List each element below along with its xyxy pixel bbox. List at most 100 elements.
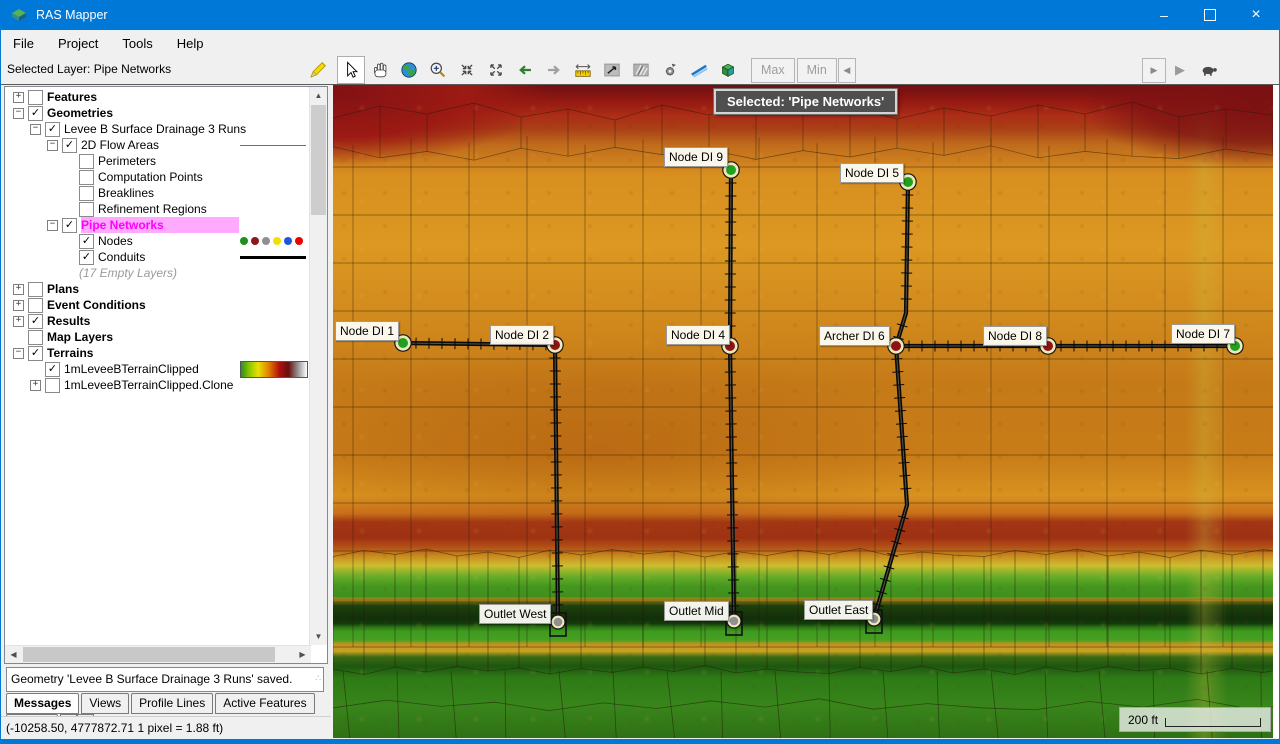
scroll-down-icon[interactable]: ▼	[310, 628, 327, 645]
legend-ramp	[240, 361, 308, 378]
checkbox[interactable]: ✓	[45, 122, 60, 137]
title-bar[interactable]: RAS Mapper – ×	[1, 0, 1279, 30]
expand-icon[interactable]: +	[13, 92, 24, 103]
tree-item-results[interactable]: +✓Results	[5, 313, 308, 329]
tree-vertical-scrollbar[interactable]: ▲ ▼	[309, 87, 327, 645]
tree-item-event-conditions[interactable]: +Event Conditions	[5, 297, 308, 313]
zoom-in-icon[interactable]	[424, 56, 452, 84]
tree-item-terrains[interactable]: −✓Terrains	[5, 345, 308, 361]
map-canvas[interactable]: Node DI 9Node DI 5Node DI 1Node DI 2Node…	[333, 85, 1275, 738]
tree-item-features[interactable]: +Features	[5, 89, 308, 105]
tab-profile-lines[interactable]: Profile Lines	[131, 693, 213, 714]
collapse-icon[interactable]: −	[13, 108, 24, 119]
menu-file[interactable]: File	[1, 32, 46, 55]
tab-views[interactable]: Views	[81, 693, 129, 714]
tree-hscroll-thumb[interactable]	[23, 647, 275, 662]
zoom-window-in-icon[interactable]	[453, 56, 481, 84]
collapse-icon[interactable]: −	[47, 220, 58, 231]
checkbox[interactable]	[28, 330, 43, 345]
expand-icon[interactable]: +	[13, 284, 24, 295]
tree-item-1mleveebterrainclipped[interactable]: ✓1mLeveeBTerrainClipped	[5, 361, 308, 377]
close-button[interactable]: ×	[1233, 0, 1279, 30]
checkbox[interactable]	[28, 282, 43, 297]
tree-item-refinement-regions[interactable]: Refinement Regions	[5, 201, 308, 217]
render-settings-icon[interactable]	[656, 56, 684, 84]
maximize-button[interactable]	[1187, 0, 1233, 30]
checkbox[interactable]	[28, 298, 43, 313]
select-tool-icon[interactable]	[337, 56, 365, 84]
checkbox[interactable]: ✓	[62, 218, 77, 233]
tree-item-pipe-networks[interactable]: −✓Pipe Networks	[5, 217, 308, 233]
checkbox[interactable]	[79, 170, 94, 185]
expand-icon[interactable]: +	[30, 380, 41, 391]
checkbox[interactable]: ✓	[45, 362, 60, 377]
expand-icon[interactable]: +	[13, 316, 24, 327]
checkbox[interactable]: ✓	[79, 250, 94, 265]
expand-icon[interactable]: +	[13, 300, 24, 311]
forward-arrow-icon[interactable]	[540, 56, 568, 84]
tree-item-perimeters[interactable]: Perimeters	[5, 153, 308, 169]
archer-di-6-marker[interactable]	[887, 337, 905, 355]
profile-plot-icon[interactable]	[598, 56, 626, 84]
zoom-extents-icon[interactable]	[395, 56, 423, 84]
checkbox[interactable]: ✓	[28, 346, 43, 361]
min-button[interactable]: Min	[797, 58, 837, 83]
checkbox[interactable]	[79, 154, 94, 169]
collapse-toolbar-button[interactable]: ◀	[838, 58, 856, 83]
collapse-icon[interactable]: −	[47, 140, 58, 151]
tree-item-nodes[interactable]: ✓Nodes	[5, 233, 308, 249]
collapse-icon[interactable]: −	[30, 124, 41, 135]
menu-help[interactable]: Help	[165, 32, 216, 55]
tree-item-plans[interactable]: +Plans	[5, 281, 308, 297]
checkbox[interactable]	[79, 202, 94, 217]
tree-item-conduits[interactable]: ✓ Conduits	[5, 249, 308, 265]
tree-item-2d-flow-areas[interactable]: −✓2D Flow Areas	[5, 137, 308, 153]
menu-tools[interactable]: Tools	[110, 32, 164, 55]
checkbox[interactable]	[28, 90, 43, 105]
tree-item-map-layers[interactable]: Map Layers	[5, 329, 308, 345]
cross-sections-icon[interactable]	[627, 56, 655, 84]
edit-pencil-icon[interactable]	[307, 60, 327, 80]
checkbox[interactable]: ✓	[28, 106, 43, 121]
back-arrow-icon[interactable]	[511, 56, 539, 84]
checkbox[interactable]: ✓	[62, 138, 77, 153]
water-surface-icon[interactable]	[685, 56, 713, 84]
tree-item-breaklines[interactable]: Breaklines	[5, 185, 308, 201]
minimize-button[interactable]: –	[1141, 0, 1187, 30]
menu-project[interactable]: Project	[46, 32, 110, 55]
tree-item-computation-points[interactable]: Computation Points	[5, 169, 308, 185]
tree-vscroll-thumb[interactable]	[311, 105, 326, 215]
layer-tree: +Features−✓Geometries−✓Levee B Surface D…	[4, 86, 328, 664]
tree-item-geometries[interactable]: −✓Geometries	[5, 105, 308, 121]
message-log[interactable]: Geometry 'Levee B Surface Drainage 3 Run…	[6, 667, 324, 692]
measure-ruler-icon[interactable]	[569, 56, 597, 84]
tree-item-levee-b-surface-drainage-3-runs[interactable]: −✓Levee B Surface Drainage 3 Runs	[5, 121, 308, 137]
tree-item-1mleveebterrainclipped-clone[interactable]: +1mLeveeBTerrainClipped.Clone	[5, 377, 308, 393]
zoom-window-out-icon[interactable]	[482, 56, 510, 84]
expand-toolbar-button[interactable]: ▶	[1142, 58, 1166, 83]
view-3d-icon[interactable]	[714, 56, 742, 84]
max-button[interactable]: Max	[751, 58, 795, 83]
scroll-right-icon[interactable]: ▶	[294, 646, 311, 663]
outlet-west-label: Outlet West	[479, 604, 551, 624]
map-overlay	[333, 85, 1275, 738]
animation-speed-turtle-icon[interactable]	[1195, 56, 1223, 84]
collapse-icon[interactable]: −	[13, 348, 24, 359]
checkbox[interactable]: ✓	[79, 234, 94, 249]
tree-horizontal-scrollbar[interactable]: ◀ ▶	[5, 645, 311, 663]
toolbar-right: ▶ ▶	[1142, 57, 1224, 83]
scroll-up-icon[interactable]: ▲	[310, 87, 327, 104]
tab-active-features[interactable]: Active Features	[215, 693, 314, 714]
checkbox[interactable]	[79, 186, 94, 201]
checkbox[interactable]	[45, 378, 60, 393]
window-title: RAS Mapper	[36, 8, 108, 22]
tree-item-17-empty-layers[interactable]: (17 Empty Layers)	[5, 265, 308, 281]
tab-messages[interactable]: Messages	[6, 693, 79, 714]
tree-label: Conduits	[98, 249, 145, 265]
scroll-left-icon[interactable]: ◀	[5, 646, 22, 663]
pan-tool-icon[interactable]	[366, 56, 394, 84]
checkbox[interactable]: ✓	[28, 314, 43, 329]
outlet-west-marker[interactable]	[550, 613, 566, 636]
menu-bar: FileProjectToolsHelp	[1, 30, 1279, 56]
play-animation-icon[interactable]: ▶	[1166, 56, 1194, 84]
